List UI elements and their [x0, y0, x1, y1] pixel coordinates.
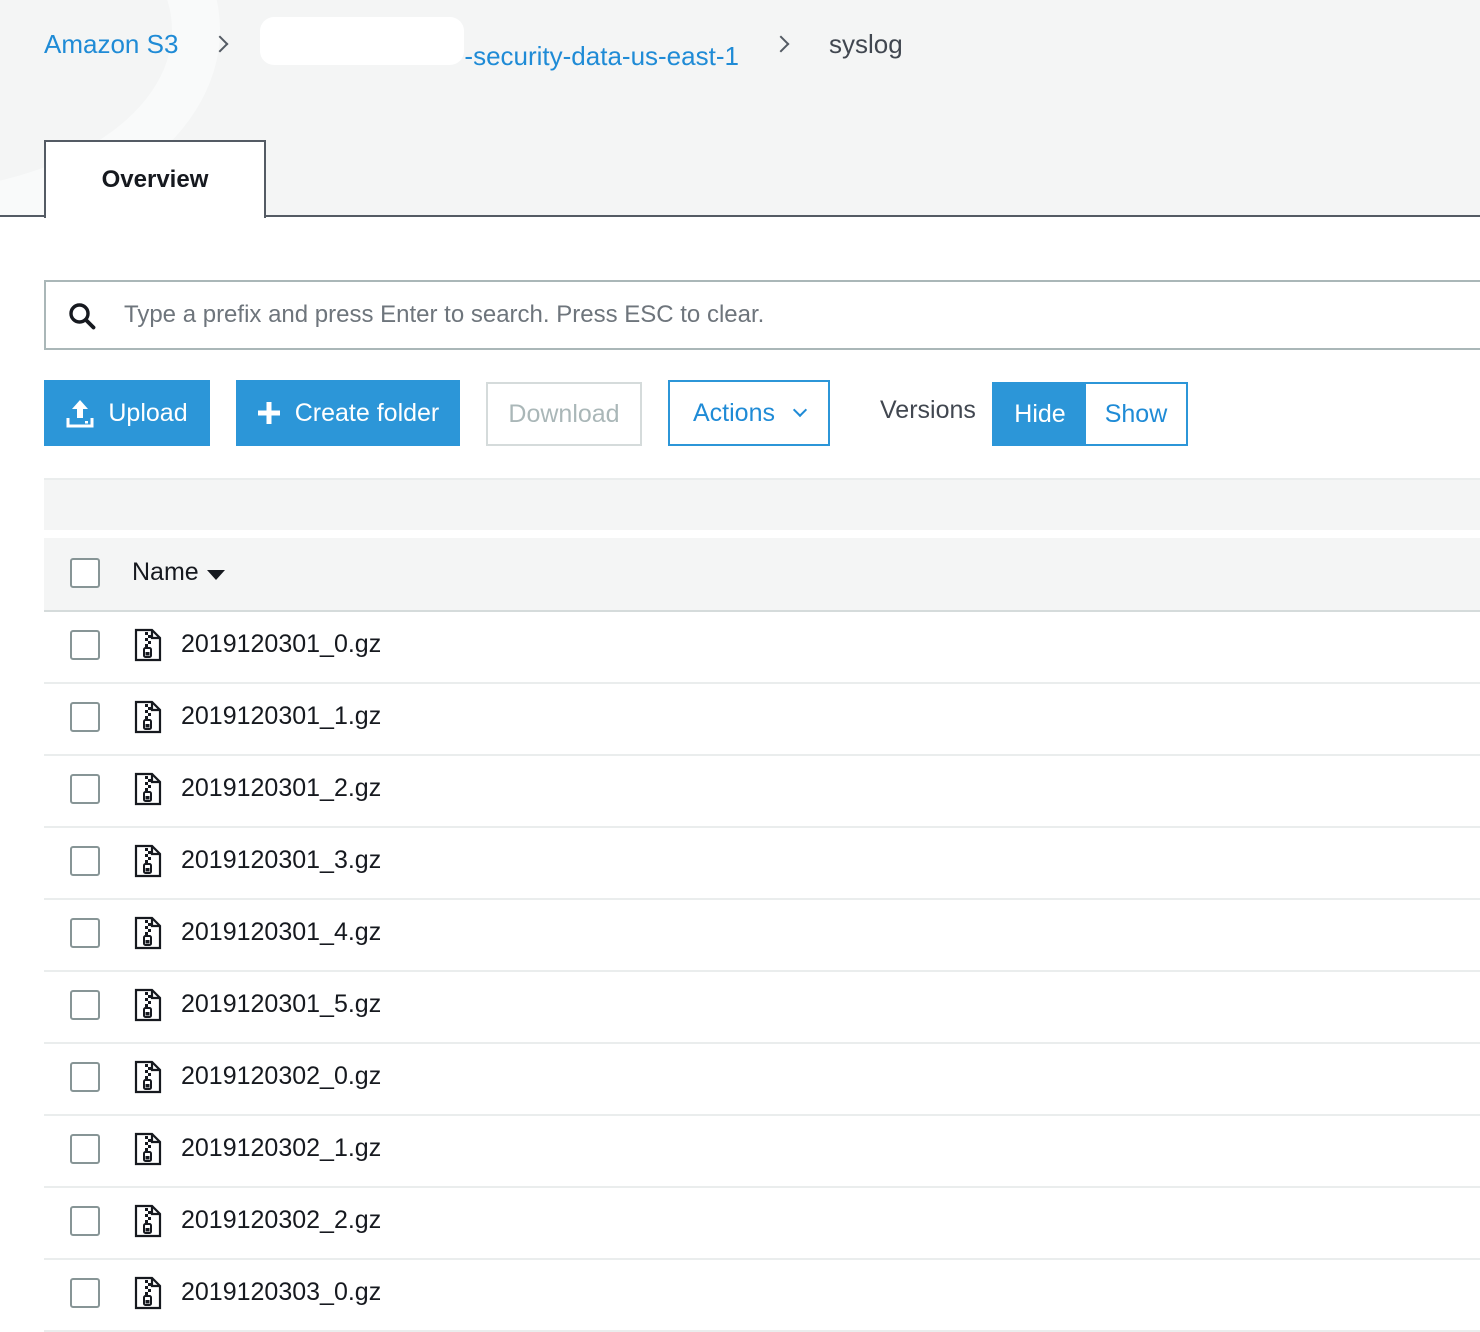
breadcrumb-bucket-suffix: -security-data-us-east-1: [464, 40, 739, 71]
zip-file-icon: [134, 988, 162, 1022]
table-row: 2019120302_2.gz: [44, 1188, 1480, 1260]
file-name-link[interactable]: 2019120301_4.gz: [181, 918, 381, 947]
table-row: 2019120301_2.gz: [44, 756, 1480, 828]
select-all-checkbox[interactable]: [70, 558, 100, 588]
file-name-link[interactable]: 2019120302_1.gz: [181, 1134, 381, 1163]
row-checkbox[interactable]: [70, 918, 100, 948]
name-column-header[interactable]: Name: [132, 558, 225, 587]
file-name-link[interactable]: 2019120301_1.gz: [181, 702, 381, 731]
table-row: 2019120303_0.gz: [44, 1260, 1480, 1332]
file-name-link[interactable]: 2019120303_0.gz: [181, 1278, 381, 1307]
table-row: 2019120301_4.gz: [44, 900, 1480, 972]
caret-down-icon: [206, 569, 225, 580]
redacted-bucket-prefix: [260, 16, 465, 65]
plus-icon: [257, 402, 280, 424]
download-button[interactable]: Download: [486, 382, 642, 446]
row-checkbox[interactable]: [70, 1206, 100, 1236]
table-row: 2019120301_5.gz: [44, 972, 1480, 1044]
table-row: 2019120301_0.gz: [44, 612, 1480, 684]
upload-label: Upload: [108, 398, 188, 427]
table-row: 2019120301_3.gz: [44, 828, 1480, 900]
row-checkbox[interactable]: [70, 990, 100, 1020]
table-info-bar: [44, 478, 1480, 530]
file-name-link[interactable]: 2019120302_0.gz: [181, 1062, 381, 1091]
table-header: Name: [44, 538, 1480, 612]
search-input[interactable]: [124, 292, 1224, 338]
zip-file-icon: [134, 628, 162, 662]
zip-file-icon: [134, 1276, 162, 1310]
name-header-label: Name: [132, 558, 199, 586]
tab-overview[interactable]: Overview: [44, 140, 266, 218]
create-folder-label: Create folder: [294, 398, 440, 427]
breadcrumb-bucket[interactable]: -security-data-us-east-1: [260, 16, 739, 72]
upload-icon: [66, 400, 94, 428]
create-folder-button[interactable]: Create folder: [236, 380, 460, 446]
chevron-down-icon: [792, 402, 808, 418]
zip-file-icon: [134, 844, 162, 878]
versions-show-button[interactable]: Show: [1086, 384, 1186, 444]
row-checkbox[interactable]: [70, 774, 100, 804]
upload-button[interactable]: Upload: [44, 380, 210, 446]
zip-file-icon: [134, 772, 162, 806]
versions-hide-button[interactable]: Hide: [994, 384, 1086, 444]
row-checkbox[interactable]: [70, 630, 100, 660]
breadcrumb-amazon-s3[interactable]: Amazon S3: [44, 29, 178, 60]
actions-dropdown[interactable]: Actions: [668, 380, 830, 446]
table-row: 2019120302_1.gz: [44, 1116, 1480, 1188]
file-list: 2019120301_0.gz 2019120301_1.gz 20191203…: [44, 612, 1480, 1332]
table-row: 2019120302_0.gz: [44, 1044, 1480, 1116]
versions-toggle: Hide Show: [992, 382, 1188, 446]
row-checkbox[interactable]: [70, 846, 100, 876]
zip-file-icon: [134, 1204, 162, 1238]
breadcrumb-current: syslog: [828, 28, 903, 59]
file-name-link[interactable]: 2019120302_2.gz: [181, 1206, 381, 1235]
row-checkbox[interactable]: [70, 702, 100, 732]
download-label: Download: [508, 399, 620, 428]
row-checkbox[interactable]: [70, 1062, 100, 1092]
row-checkbox[interactable]: [70, 1278, 100, 1308]
breadcrumb: Amazon S3 -security-data-us-east-1 syslo…: [44, 16, 903, 71]
versions-label: Versions: [880, 396, 976, 424]
chevron-right-icon: [211, 35, 229, 53]
file-name-link[interactable]: 2019120301_5.gz: [181, 990, 381, 1019]
file-name-link[interactable]: 2019120301_2.gz: [181, 774, 381, 803]
search-icon: [69, 303, 96, 330]
chevron-right-icon: [772, 35, 790, 53]
search-box: [44, 280, 1480, 350]
zip-file-icon: [134, 1132, 162, 1166]
actions-label: Actions: [693, 398, 775, 427]
file-name-link[interactable]: 2019120301_0.gz: [181, 630, 381, 659]
zip-file-icon: [134, 700, 162, 734]
zip-file-icon: [134, 916, 162, 950]
file-name-link[interactable]: 2019120301_3.gz: [181, 846, 381, 875]
row-checkbox[interactable]: [70, 1134, 100, 1164]
zip-file-icon: [134, 1060, 162, 1094]
tab-active-gap: [46, 215, 264, 217]
table-row: 2019120301_1.gz: [44, 684, 1480, 756]
